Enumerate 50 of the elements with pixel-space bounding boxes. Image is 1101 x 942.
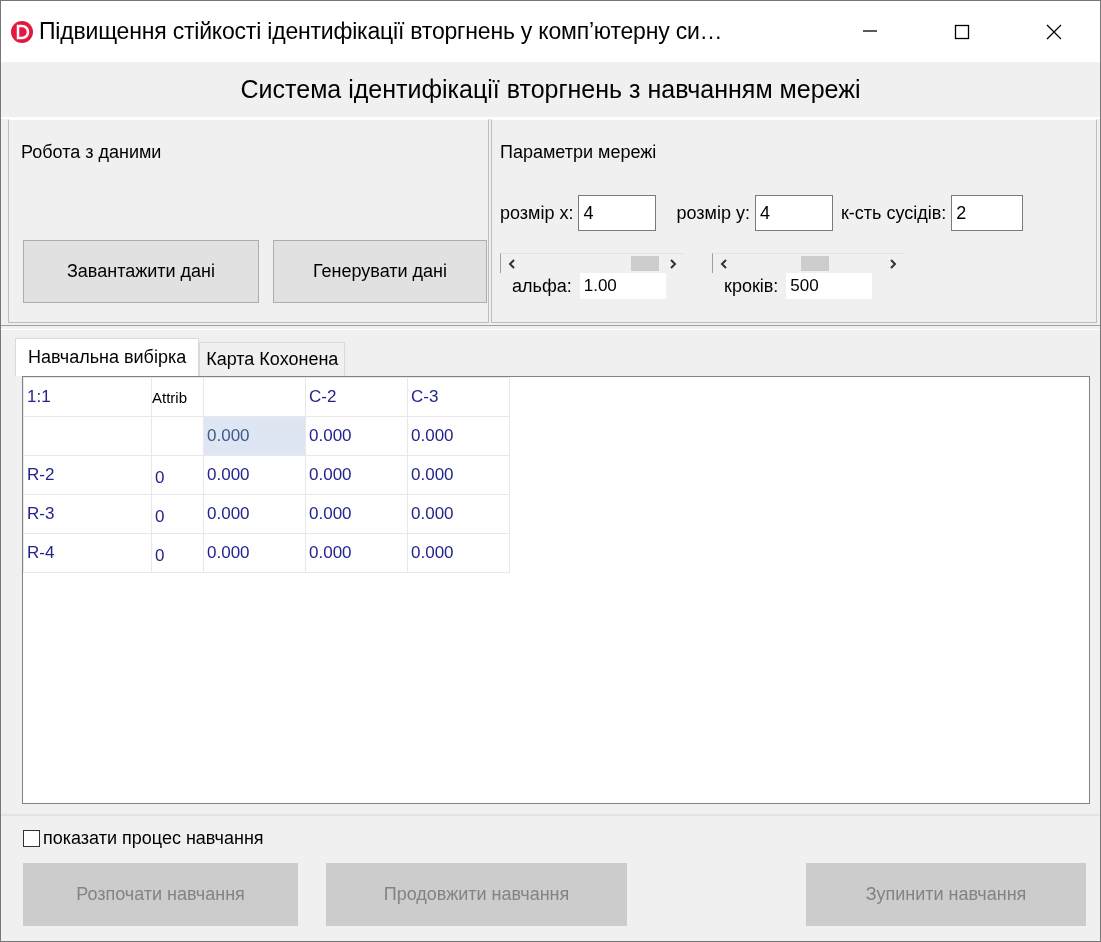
field-label: к-сть сусідів:	[840, 202, 947, 224]
panel-title: Робота з даними	[21, 142, 163, 163]
table-cell[interactable]: R-3	[23, 494, 152, 534]
table-cell[interactable]: 0	[151, 533, 204, 573]
table-cell[interactable]	[203, 377, 306, 417]
number-field[interactable]: 4	[578, 195, 657, 231]
checkbox-label: показати процес навчання	[43, 828, 264, 849]
slider-value: 500	[786, 273, 873, 299]
table-cell[interactable]: 0.000	[203, 416, 306, 456]
table-cell[interactable]: 0	[151, 455, 204, 495]
slider-label: кроків:	[724, 275, 779, 297]
maximize-icon[interactable]	[953, 22, 971, 41]
table-cell[interactable]: 0.000	[407, 533, 510, 573]
panel-title: Параметри мережі	[500, 142, 657, 162]
field-label: розмір x:	[500, 202, 574, 224]
field-label: розмір y:	[676, 202, 750, 224]
number-field[interactable]: 4	[754, 195, 833, 231]
slider-label: альфа:	[512, 275, 572, 297]
table-cell[interactable]: R-2	[23, 455, 152, 495]
table-cell[interactable]: C-2	[305, 377, 408, 417]
table-cell[interactable]: C-3	[407, 377, 510, 417]
checkbox[interactable]	[23, 830, 40, 847]
action-button[interactable]: Генерувати дані	[273, 240, 487, 303]
table-cell[interactable]: R-4	[23, 533, 152, 573]
table-cell[interactable]: 1:1	[23, 377, 152, 417]
close-icon[interactable]	[1045, 22, 1063, 41]
app-heading: Система ідентифікації вторгнень з навчанням мережі	[240, 75, 861, 104]
table-cell[interactable]: 0.000	[305, 494, 408, 534]
number-field[interactable]: 2	[951, 195, 1024, 231]
table-cell[interactable]: 0.000	[203, 533, 306, 573]
table-cell[interactable]	[23, 416, 152, 456]
table-cell[interactable]: 0	[151, 494, 204, 534]
slider-thumb[interactable]	[631, 256, 660, 271]
table-cell[interactable]: 0.000	[203, 455, 306, 495]
table-cell[interactable]: 0.000	[407, 494, 510, 534]
table-cell[interactable]	[151, 416, 204, 456]
slider-value: 1.00	[579, 273, 666, 299]
table-cell[interactable]: Attrib	[151, 377, 204, 417]
window-title: Підвищення стійкості ідентифікації вторгнень у комп’ютерну си…	[39, 18, 724, 45]
slider-thumb[interactable]	[801, 256, 829, 271]
tab[interactable]: Карта Кохонена	[199, 342, 346, 376]
table-cell[interactable]: 0.000	[305, 455, 408, 495]
action-button[interactable]: Завантажити дані	[23, 240, 259, 303]
table-cell[interactable]: 0.000	[203, 494, 306, 534]
tab[interactable]: Навчальна вибірка	[15, 338, 200, 376]
table-cell[interactable]: 0.000	[407, 455, 510, 495]
table-cell[interactable]: 0.000	[407, 416, 510, 456]
table-cell[interactable]: 0.000	[305, 416, 408, 456]
app-icon	[11, 20, 33, 43]
table-cell[interactable]: 0.000	[305, 533, 408, 573]
